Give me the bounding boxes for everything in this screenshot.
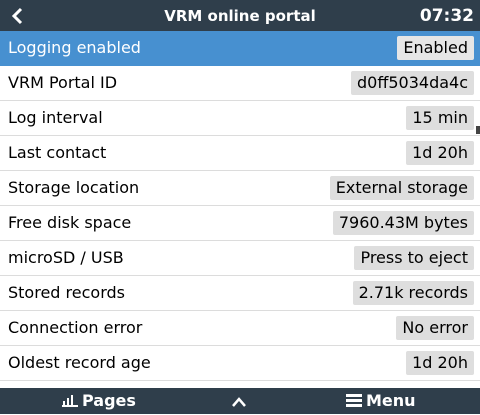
row-label: Free disk space [8,213,132,232]
row-stored-records[interactable]: Stored records 2.71k records [0,276,480,311]
row-value: 2.71k records [352,281,474,305]
row-value: d0ff5034da4c [350,71,474,95]
row-free-disk-space[interactable]: Free disk space 7960.43M bytes [0,206,480,241]
pages-button[interactable]: Pages [62,388,136,414]
footer-bar: Pages Menu [0,388,480,414]
eject-button[interactable]: Press to eject [354,246,474,270]
row-value: 7960.43M bytes [332,211,474,235]
row-label: Storage location [8,178,140,197]
chevron-up-icon[interactable] [231,394,247,408]
page-title: VRM online portal [164,7,316,25]
row-label: Log interval [8,108,103,127]
row-label: Stored records [8,283,125,302]
row-label: Connection error [8,318,143,337]
clock: 07:32 [419,6,474,26]
row-value: No error [396,316,474,340]
row-storage-location[interactable]: Storage location External storage [0,171,480,206]
header-bar: VRM online portal 07:32 [0,0,480,31]
row-last-contact[interactable]: Last contact 1d 20h [0,136,480,171]
pages-label: Pages [82,391,136,410]
row-label: Last contact [8,143,107,162]
row-value: 1d 20h [406,141,474,165]
row-value: External storage [329,176,474,200]
row-microsd-usb[interactable]: microSD / USB Press to eject [0,241,480,276]
row-log-interval[interactable]: Log interval 15 min [0,101,480,136]
row-value: Enabled [397,36,474,60]
bar-chart-icon [62,389,78,415]
row-logging-enabled[interactable]: Logging enabled Enabled [0,31,480,66]
settings-list: Logging enabled Enabled VRM Portal ID d0… [0,31,480,381]
row-vrm-portal-id[interactable]: VRM Portal ID d0ff5034da4c [0,66,480,101]
scroll-indicator [476,126,480,134]
row-label: VRM Portal ID [8,73,118,92]
row-oldest-record-age[interactable]: Oldest record age 1d 20h [0,346,480,381]
menu-button[interactable]: Menu [346,388,416,414]
row-label: microSD / USB [8,248,124,267]
row-label: Oldest record age [8,353,151,372]
hamburger-icon [346,389,362,415]
row-value: 1d 20h [406,351,474,375]
row-connection-error[interactable]: Connection error No error [0,311,480,346]
row-label: Logging enabled [8,38,141,57]
row-value: 15 min [406,106,474,130]
menu-label: Menu [366,391,416,410]
